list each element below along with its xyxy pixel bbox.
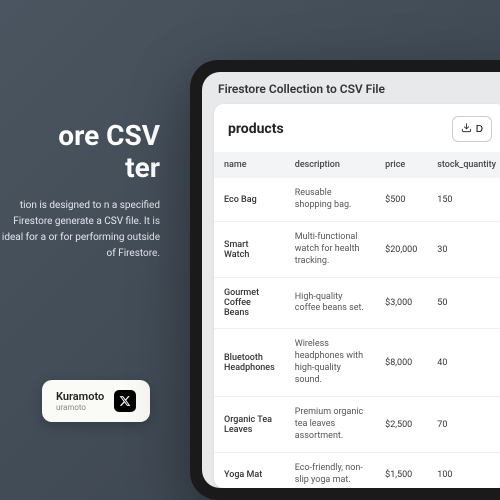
cell-price: $1,500 bbox=[375, 453, 427, 488]
cell-description: Eco-friendly, non-slip yoga mat. bbox=[285, 453, 375, 488]
cell-name: Gourmet Coffee Beans bbox=[214, 278, 285, 329]
table-row: Bluetooth HeadphonesWireless headphones … bbox=[214, 329, 500, 397]
hero-title: ore CSV ter bbox=[0, 120, 170, 184]
cell-price: $500 bbox=[375, 178, 427, 222]
cell-name: Smart Watch bbox=[214, 222, 285, 278]
col-name: name bbox=[214, 152, 285, 178]
table-row: Eco BagReusable shopping bag.$500150 bbox=[214, 178, 500, 222]
tablet-frame: Firestore Collection to CSV File product… bbox=[190, 60, 500, 500]
content-card: products D name description price stock_… bbox=[214, 104, 500, 488]
hero-panel: ore CSV ter tion is designed to n a spec… bbox=[0, 120, 170, 262]
hero-title-line1: ore CSV bbox=[58, 119, 160, 152]
card-header: products D bbox=[214, 104, 500, 152]
author-handle: uramoto bbox=[56, 403, 104, 412]
cell-description: Multi-functional watch for health tracki… bbox=[285, 222, 375, 278]
cell-price: $20,000 bbox=[375, 222, 427, 278]
table-row: Gourmet Coffee BeansHigh-quality coffee … bbox=[214, 278, 500, 329]
products-table: name description price stock_quantity Ec… bbox=[214, 152, 500, 488]
cell-name: Eco Bag bbox=[214, 178, 285, 222]
cell-stock: 40 bbox=[427, 329, 500, 397]
cell-price: $8,000 bbox=[375, 329, 427, 397]
cell-stock: 50 bbox=[427, 278, 500, 329]
x-icon bbox=[114, 390, 136, 412]
cell-stock: 100 bbox=[427, 453, 500, 488]
app-screen: Firestore Collection to CSV File product… bbox=[202, 72, 500, 488]
cell-price: $3,000 bbox=[375, 278, 427, 329]
hero-title-line2: ter bbox=[125, 151, 160, 184]
author-name: Kuramoto bbox=[56, 390, 104, 403]
author-card[interactable]: Kuramoto uramoto bbox=[42, 380, 150, 422]
table-row: Organic Tea LeavesPremium organic tea le… bbox=[214, 397, 500, 453]
cell-name: Bluetooth Headphones bbox=[214, 329, 285, 397]
col-stock: stock_quantity bbox=[427, 152, 500, 178]
cell-stock: 30 bbox=[427, 222, 500, 278]
cell-description: High-quality coffee beans set. bbox=[285, 278, 375, 329]
card-title: products bbox=[228, 121, 284, 137]
cell-name: Yoga Mat bbox=[214, 453, 285, 488]
hero-description: tion is designed to n a specified Firest… bbox=[0, 198, 170, 262]
col-description: description bbox=[285, 152, 375, 178]
download-button[interactable]: D bbox=[452, 116, 492, 142]
cell-price: $2,500 bbox=[375, 397, 427, 453]
cell-description: Reusable shopping bag. bbox=[285, 178, 375, 222]
cell-name: Organic Tea Leaves bbox=[214, 397, 285, 453]
download-label: D bbox=[476, 124, 483, 135]
cell-stock: 150 bbox=[427, 178, 500, 222]
author-text: Kuramoto uramoto bbox=[56, 390, 104, 412]
table-row: Smart WatchMulti-functional watch for he… bbox=[214, 222, 500, 278]
cell-description: Wireless headphones with high-quality so… bbox=[285, 329, 375, 397]
cell-stock: 70 bbox=[427, 397, 500, 453]
app-header: Firestore Collection to CSV File bbox=[202, 72, 500, 104]
download-icon bbox=[461, 122, 472, 136]
cell-description: Premium organic tea leaves assortment. bbox=[285, 397, 375, 453]
table-row: Yoga MatEco-friendly, non-slip yoga mat.… bbox=[214, 453, 500, 488]
table-header-row: name description price stock_quantity bbox=[214, 152, 500, 178]
col-price: price bbox=[375, 152, 427, 178]
